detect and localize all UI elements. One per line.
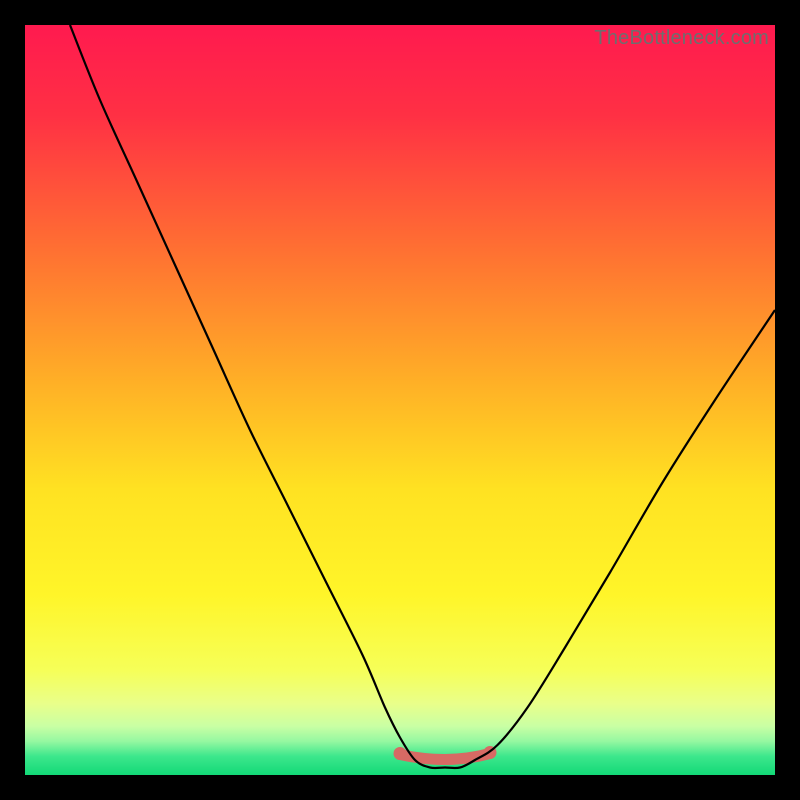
outer-black-frame: TheBottleneck.com	[0, 0, 800, 800]
plot-area: TheBottleneck.com	[25, 25, 775, 775]
bottleneck-curve	[70, 25, 775, 768]
chart-svg	[25, 25, 775, 775]
watermark-text: TheBottleneck.com	[594, 27, 769, 50]
